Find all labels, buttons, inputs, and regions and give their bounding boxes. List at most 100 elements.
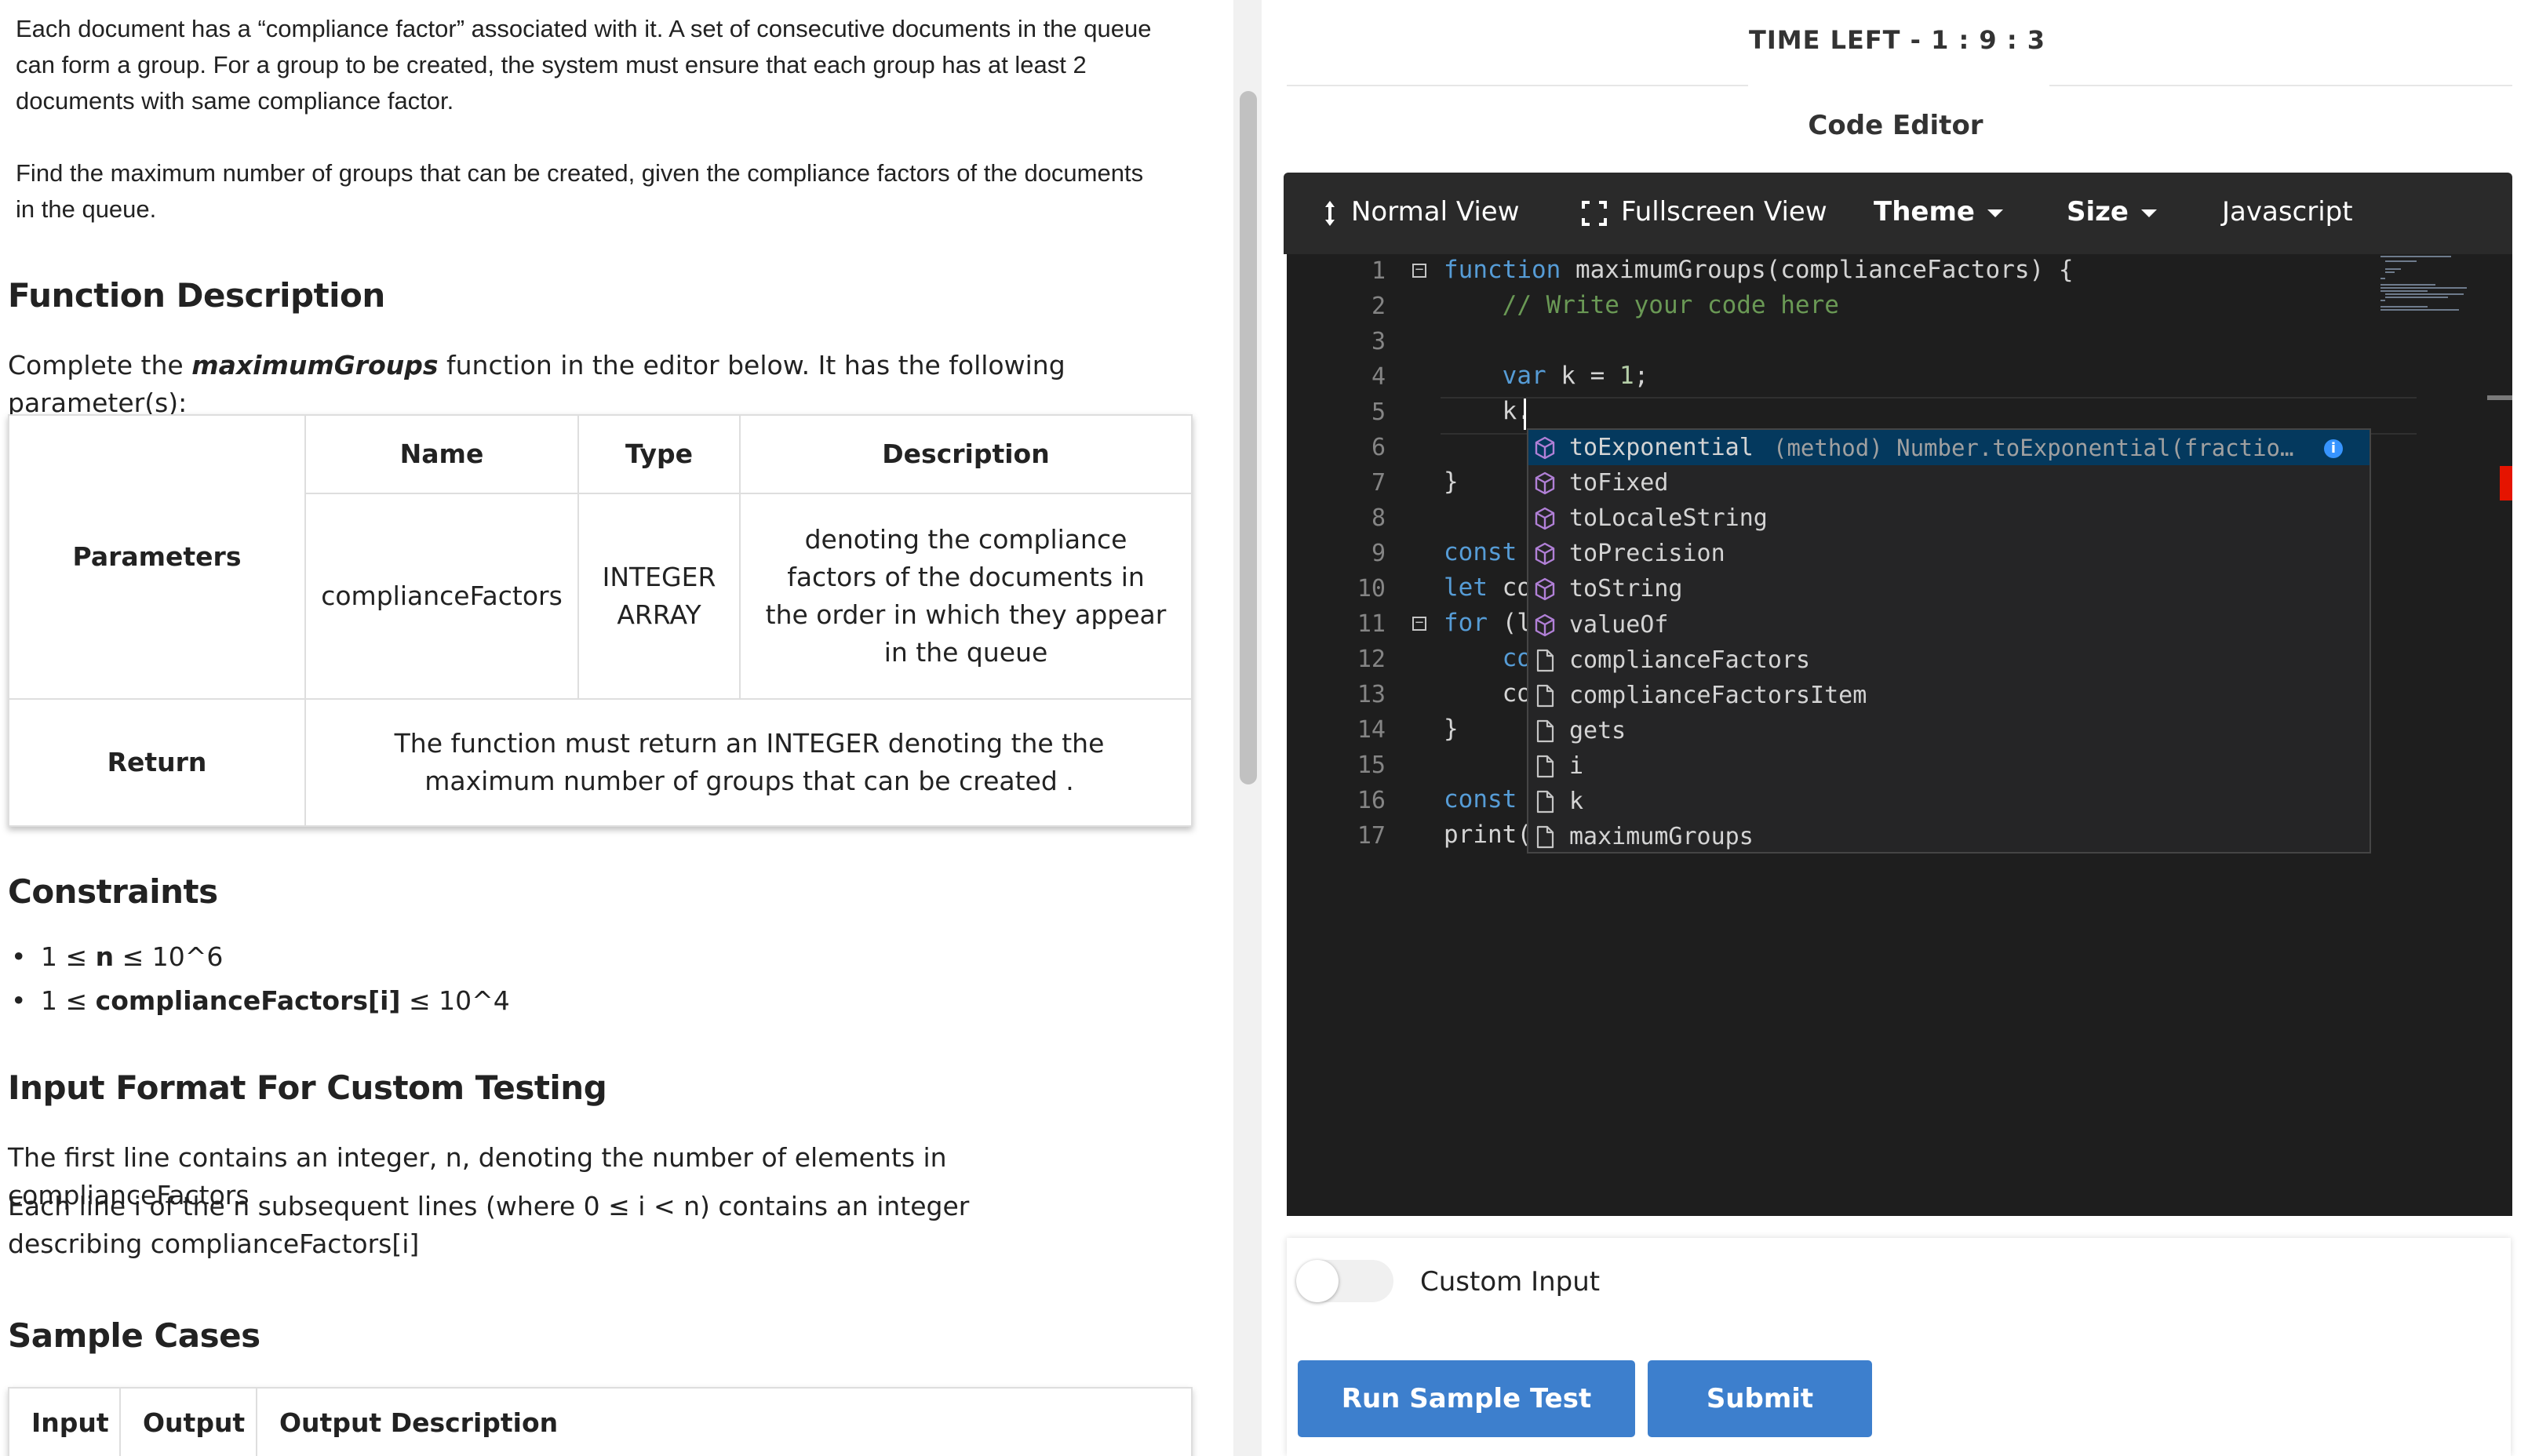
fullscreen-icon — [1582, 200, 1607, 226]
code-text: co — [1488, 573, 1532, 602]
text-document-icon — [1536, 755, 1554, 778]
code-text: (l — [1488, 609, 1532, 637]
sample-cases-table: Input Output Output Description — [8, 1387, 1193, 1456]
code-line-4: var k = 1; — [1444, 362, 1649, 390]
code-line-13: co — [1444, 679, 1532, 708]
left-scrollbar-thumb[interactable] — [1240, 91, 1257, 784]
code-line-12: co — [1444, 644, 1532, 672]
divider-right — [2049, 85, 2512, 86]
normal-view-label: Normal View — [1351, 196, 1520, 228]
code-text: k = — [1546, 362, 1619, 390]
custom-input-toggle[interactable] — [1296, 1260, 1393, 1302]
chevron-down-icon — [1987, 209, 2003, 217]
language-selector[interactable]: Javascript — [2222, 196, 2353, 228]
sample-cases-heading: Sample Cases — [8, 1316, 260, 1355]
text-document-icon — [1536, 719, 1554, 743]
divider-left — [1287, 85, 1748, 86]
suggestion-item[interactable]: k — [1528, 784, 2370, 819]
method-cube-icon — [1535, 577, 1555, 601]
text-document-icon — [1536, 825, 1554, 849]
constraint-item: 1 ≤ n ≤ 10^6 — [8, 935, 510, 979]
line-number: 9 — [1371, 540, 1386, 567]
constraints-list: 1 ≤ n ≤ 10^6 1 ≤ complianceFactors[i] ≤ … — [8, 935, 510, 1023]
code-line-1: function maximumGroups(complianceFactors… — [1444, 256, 2074, 284]
code-line-2: // Write your code here — [1444, 291, 1839, 319]
code-text: maximumGroups(complianceFactors) { — [1561, 256, 2074, 284]
info-icon[interactable]: i — [2324, 439, 2343, 458]
submit-button[interactable]: Submit — [1648, 1360, 1872, 1437]
suggestion-item[interactable]: toString — [1528, 571, 2370, 606]
suggestion-item[interactable]: maximumGroups — [1528, 819, 2370, 854]
sample-header-input: Input — [31, 1407, 109, 1438]
suggestion-item[interactable]: toExponential (method) Number.toExponenti… — [1528, 430, 2370, 465]
problem-intro-text: Each document has a “compliance factor” … — [16, 15, 1152, 115]
suggestion-label: complianceFactors — [1569, 646, 1811, 674]
chevron-down-icon — [2141, 209, 2157, 217]
line-number: 15 — [1357, 752, 1386, 779]
parameters-label: Parameters — [72, 541, 242, 572]
suggestion-label: maximumGroups — [1569, 823, 1754, 850]
run-panel: Custom Input Run Sample Test Submit — [1287, 1238, 2511, 1456]
header-type: Type — [625, 439, 694, 469]
code-line-7: } — [1444, 468, 1459, 496]
run-sample-test-button[interactable]: Run Sample Test — [1298, 1360, 1635, 1437]
suggestion-label: valueOf — [1569, 611, 1669, 639]
suggestion-label: toFixed — [1569, 469, 1669, 497]
line-number: 4 — [1371, 363, 1386, 391]
time-left: TIME LEFT - 1 : 9 : 3 — [1748, 25, 2046, 55]
suggestion-item[interactable]: i — [1528, 748, 2370, 784]
text-document-icon — [1536, 790, 1554, 814]
code-editor[interactable]: 1 2 3 4 5 6 7 8 9 10 11 12 13 14 15 16 1… — [1287, 254, 2512, 1216]
line-number: 6 — [1371, 434, 1386, 461]
fullscreen-view-button[interactable]: Fullscreen View — [1582, 196, 1827, 228]
line-number: 17 — [1357, 822, 1386, 850]
suggestion-item[interactable]: gets — [1528, 713, 2370, 748]
line-number: 2 — [1371, 293, 1386, 320]
code-line-16: const — [1444, 785, 1517, 814]
suggestion-item[interactable]: toLocaleString — [1528, 500, 2370, 536]
keyword: var — [1444, 362, 1546, 390]
suggestion-label: toExponential — [1569, 434, 1754, 461]
line-number: 16 — [1357, 787, 1386, 814]
size-dropdown[interactable]: Size — [2067, 196, 2157, 228]
vertical-resize-icon — [1325, 200, 1335, 226]
theme-label: Theme — [1874, 196, 1975, 228]
code-line-11: for (l — [1444, 609, 1532, 637]
line-number: 11 — [1357, 610, 1386, 638]
code-line-14: } — [1444, 715, 1459, 743]
return-description: The function must return an INTEGER deno… — [394, 728, 1105, 796]
editor-toolbar: Normal View Fullscreen View Theme Size J… — [1284, 173, 2512, 254]
constraints-heading: Constraints — [8, 872, 218, 911]
normal-view-button[interactable]: Normal View — [1323, 196, 1520, 228]
line-number: 10 — [1357, 575, 1386, 602]
input-format-heading: Input Format For Custom Testing — [8, 1068, 607, 1107]
method-cube-icon — [1535, 436, 1555, 460]
sample-header-output-description: Output Description — [279, 1407, 559, 1438]
suggestion-item[interactable]: valueOf — [1528, 607, 2370, 642]
function-description-heading: Function Description — [8, 276, 385, 315]
header-name: Name — [399, 439, 484, 469]
fold-toggle-icon[interactable]: − — [1412, 263, 1426, 278]
number-literal: 1 — [1619, 362, 1634, 390]
constraint-var: n — [95, 941, 115, 972]
suggestion-item[interactable]: toPrecision — [1528, 536, 2370, 571]
keyword: function — [1444, 256, 1561, 284]
param-type: INTEGER ARRAY — [602, 562, 716, 630]
text-cursor — [1524, 399, 1526, 430]
header-description: Description — [882, 439, 1050, 469]
suggestion-item[interactable]: complianceFactorsItem — [1528, 678, 2370, 713]
code-minimap[interactable] — [2380, 254, 2475, 333]
function-description-text: Complete the maximumGroups function in t… — [8, 347, 1229, 422]
line-number: 13 — [1357, 681, 1386, 708]
theme-dropdown[interactable]: Theme — [1874, 196, 2003, 228]
fold-toggle-icon[interactable]: − — [1412, 616, 1426, 631]
autocomplete-suggestions[interactable]: toExponential (method) Number.toExponenti… — [1527, 428, 2371, 854]
suggestion-item[interactable]: complianceFactors — [1528, 642, 2370, 678]
code-editor-title: Code Editor — [1808, 110, 1983, 141]
complete-prefix: Complete the — [8, 350, 192, 380]
size-label: Size — [2067, 196, 2129, 228]
suggestion-item[interactable]: toFixed — [1528, 465, 2370, 500]
error-marker — [2500, 466, 2512, 500]
custom-input-label: Custom Input — [1420, 1266, 1601, 1298]
line-number: 7 — [1371, 469, 1386, 497]
